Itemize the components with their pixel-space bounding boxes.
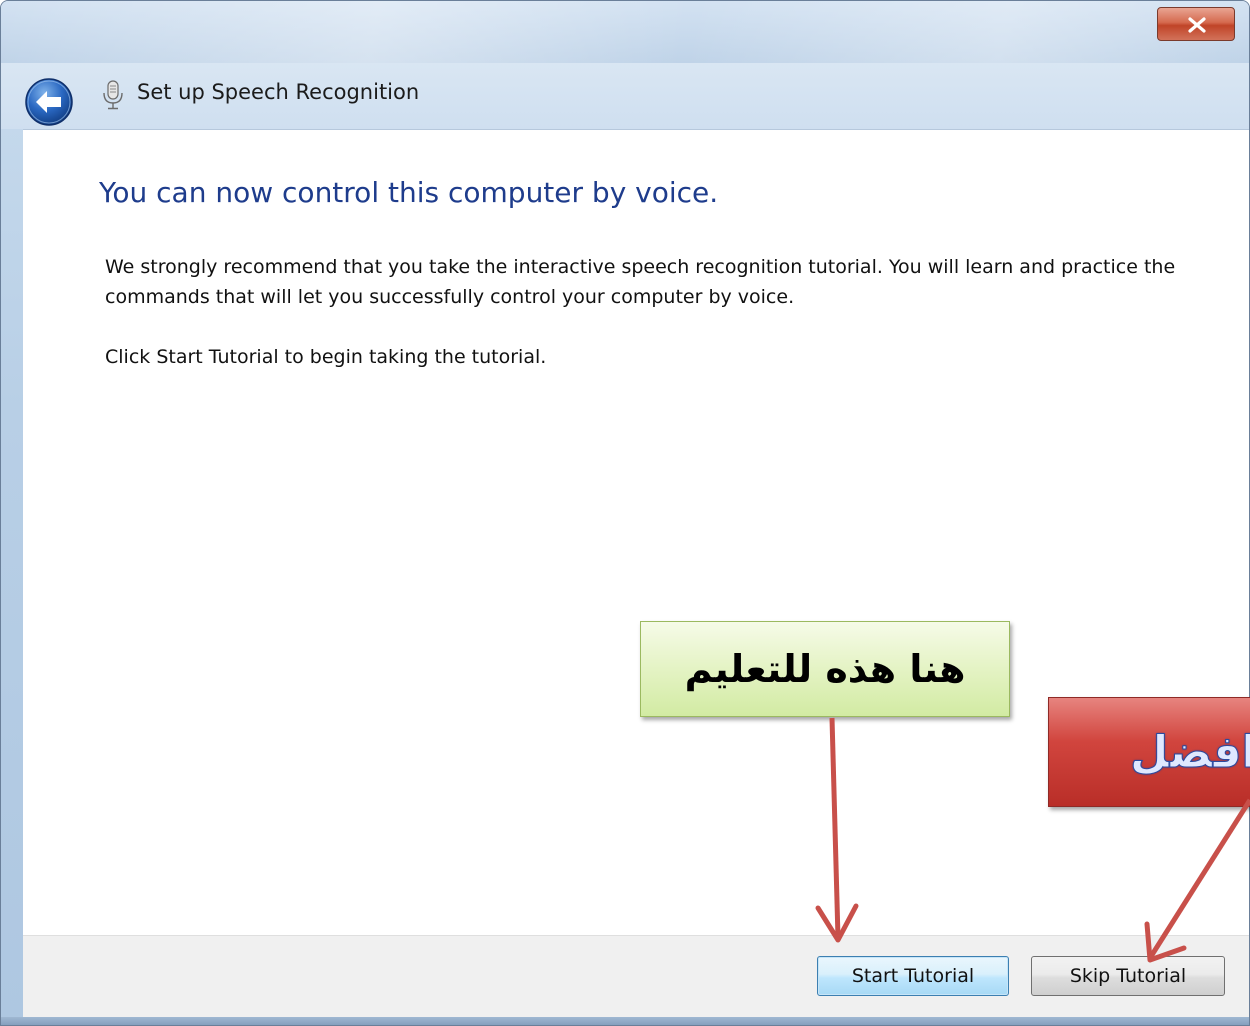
window-title: Set up Speech Recognition — [137, 80, 420, 104]
tutorial-callout: هنا هذه للتعليم — [640, 621, 1010, 717]
close-icon — [1188, 17, 1206, 33]
microphone-icon — [101, 79, 125, 111]
window-bottom-border — [1, 1017, 1249, 1025]
skip-callout: ا افضل — [1048, 697, 1250, 807]
page-heading: You can now control this computer by voi… — [99, 176, 719, 209]
button-bar: Start Tutorial Skip Tutorial — [23, 935, 1249, 1018]
speech-recognition-window: Set up Speech Recognition You can now co… — [0, 0, 1250, 1026]
start-tutorial-button[interactable]: Start Tutorial — [817, 956, 1009, 996]
close-button[interactable] — [1157, 7, 1235, 41]
back-arrow-icon — [25, 78, 73, 126]
instruction-text: Click Start Tutorial to begin taking the… — [105, 346, 547, 368]
skip-tutorial-button[interactable]: Skip Tutorial — [1031, 956, 1225, 996]
navigation-bar: Set up Speech Recognition — [1, 63, 1249, 129]
recommendation-text: We strongly recommend that you take the … — [105, 256, 1176, 308]
title-bar[interactable] — [1, 1, 1249, 63]
back-button[interactable] — [23, 76, 75, 128]
content-area: You can now control this computer by voi… — [23, 129, 1249, 936]
